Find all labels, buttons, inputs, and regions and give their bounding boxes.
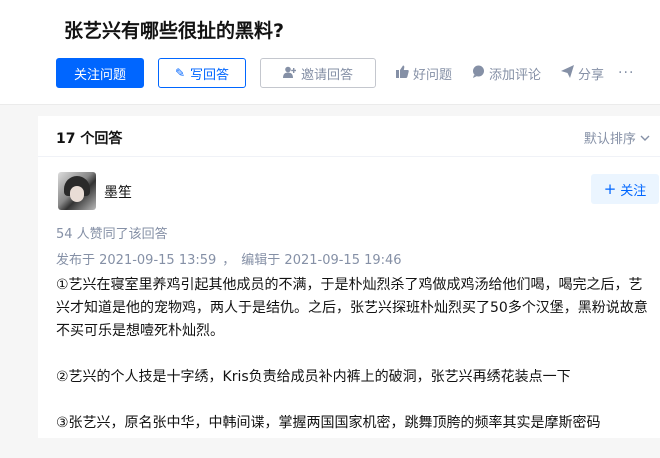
good-question-label: 好问题: [413, 67, 453, 83]
answer-paragraph: ②艺兴的个人技是十字绣，Kris负责给成员补内裤上的破洞，张艺兴再绣花装点一下: [56, 369, 571, 385]
follow-author-label: 关注: [620, 183, 647, 199]
answer-author-row: 墨笙 + 关注: [56, 171, 659, 211]
thumbs-up-icon: [396, 65, 409, 81]
add-comment-button[interactable]: 添加评论: [472, 64, 541, 83]
author-name[interactable]: 墨笙: [104, 182, 132, 202]
avatar[interactable]: [58, 172, 96, 210]
answer-timestamps: 发布于 2021-09-15 13:59 ， 编辑于 2021-09-15 19:4…: [56, 249, 402, 268]
more-options-icon[interactable]: ···: [618, 65, 634, 81]
follow-author-button[interactable]: + 关注: [591, 174, 659, 204]
answer-paragraph: ③张艺兴，原名张中华，中韩间谍，掌握两国国家机密，跳舞顶胯的频率其实是摩斯密码: [56, 415, 601, 431]
published-time: 发布于 2021-09-15 13:59: [56, 253, 217, 268]
question-title: 张艺兴有哪些很扯的黑料?: [64, 20, 285, 42]
vote-count: 54 人赞同了该回答: [56, 227, 168, 242]
chevron-down-icon: [640, 132, 650, 147]
answer-content: ①艺兴在寝室里养鸡引起其他成员的不满，于是朴灿烈杀了鸡做成鸡汤给他们喝，喝完之后…: [56, 274, 656, 458]
share-button[interactable]: 分享: [561, 64, 604, 83]
invite-answer-label: 邀请回答: [300, 67, 353, 83]
meta-separator: ，: [222, 253, 236, 268]
add-user-icon: [282, 66, 297, 81]
sort-dropdown[interactable]: 默认排序: [584, 128, 650, 147]
write-answer-button[interactable]: ✎ 写回答: [158, 58, 246, 88]
plus-icon: +: [603, 180, 617, 198]
question-header: 张艺兴有哪些很扯的黑料? 关注问题 ✎ 写回答 邀请回答 好问题 添加评论 分享…: [0, 0, 660, 105]
answer-paragraph: ①艺兴在寝室里养鸡引起其他成员的不满，于是朴灿烈杀了鸡做成鸡汤给他们喝，喝完之后…: [56, 277, 648, 339]
follow-question-button[interactable]: 关注问题: [56, 58, 144, 88]
write-answer-label: 写回答: [190, 67, 230, 83]
good-question-button[interactable]: 好问题: [396, 64, 452, 83]
answers-header: 17 个回答 默认排序: [38, 116, 660, 157]
share-label: 分享: [578, 67, 605, 83]
answers-card: 17 个回答 默认排序 墨笙 + 关注 54 人赞同了该回答 发布于 2021-…: [38, 116, 660, 438]
pencil-icon: ✎: [174, 66, 186, 80]
paper-plane-icon: [561, 65, 575, 81]
invite-answer-button[interactable]: 邀请回答: [260, 58, 376, 88]
comment-icon: [472, 65, 485, 81]
sort-label: 默认排序: [583, 132, 636, 147]
add-comment-label: 添加评论: [489, 67, 542, 83]
answer-count: 17 个回答: [56, 131, 123, 147]
edited-time: 编辑于 2021-09-15 19:46: [241, 253, 402, 268]
question-action-bar: 关注问题 ✎ 写回答 邀请回答 好问题 添加评论 分享 ···: [56, 58, 634, 88]
